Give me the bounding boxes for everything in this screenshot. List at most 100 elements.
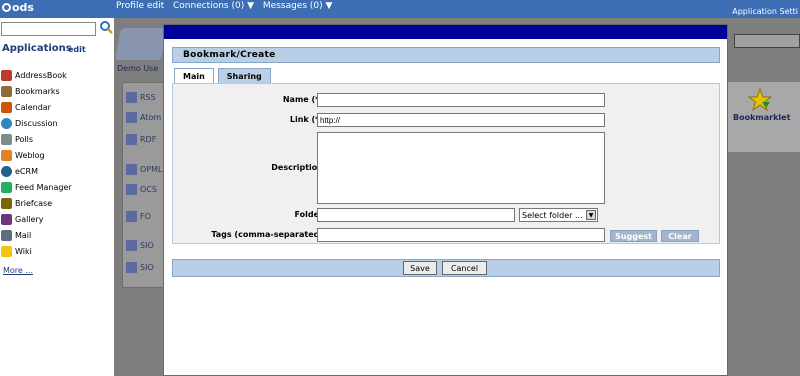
tab-main[interactable]: Main xyxy=(174,68,214,83)
name-label: Name (*) xyxy=(282,95,323,104)
bookmarks-icon xyxy=(1,85,12,97)
feed-link-rdf[interactable]: RDF xyxy=(126,134,156,145)
app-item-ecrm[interactable]: eCRM xyxy=(1,163,72,179)
polls-icon xyxy=(1,133,12,145)
app-item-calendar[interactable]: Calendar xyxy=(1,99,72,115)
nav-connections[interactable]: Connections (0) ▼ xyxy=(173,1,254,11)
app-label: eCRM xyxy=(15,166,38,176)
bookmark-create-dialog: Bookmark/Create Main Sharing Name (*) Li… xyxy=(163,24,728,376)
demo-user-label: Demo Use xyxy=(117,64,159,73)
app-label: AddressBook xyxy=(15,70,67,80)
wiki-icon xyxy=(1,245,12,257)
briefcase-icon xyxy=(1,197,12,209)
applications-edit-link[interactable]: edit xyxy=(68,45,86,54)
app-item-discussion[interactable]: Discussion xyxy=(1,115,72,131)
app-label: Gallery xyxy=(15,214,44,224)
app-label: Feed Manager xyxy=(15,182,72,192)
feed-label: RDF xyxy=(140,135,157,144)
link-field[interactable] xyxy=(317,113,605,127)
save-button[interactable]: Save xyxy=(403,261,437,275)
calendar-icon xyxy=(1,101,12,113)
search-icon[interactable] xyxy=(99,20,113,34)
feed-label: RSS xyxy=(140,93,156,102)
app-item-gallery[interactable]: Gallery xyxy=(1,211,72,227)
application-list: AddressBook Bookmarks Calendar Discussio… xyxy=(1,67,72,259)
applications-title: Applications xyxy=(2,43,72,54)
feed-label: Atom xyxy=(140,113,162,122)
chevron-down-icon: ▼ xyxy=(586,210,596,220)
feed-label: FO xyxy=(140,212,151,221)
feed-label: SIO xyxy=(140,241,154,250)
feed-link-sioc[interactable]: SIO xyxy=(126,240,154,251)
app-item-wiki[interactable]: Wiki xyxy=(1,243,72,259)
feed-manager-icon xyxy=(1,181,12,193)
gallery-icon xyxy=(1,213,12,225)
sioc-icon xyxy=(126,262,137,273)
background-search-input xyxy=(734,34,800,48)
addressbook-icon xyxy=(1,69,12,81)
discussion-icon xyxy=(1,117,12,129)
search-input[interactable] xyxy=(1,22,96,36)
mail-icon xyxy=(1,229,12,241)
app-label: Bookmarks xyxy=(15,86,60,96)
name-field[interactable] xyxy=(317,93,605,107)
bookmarks-logo-icon xyxy=(115,28,167,60)
app-item-mail[interactable]: Mail xyxy=(1,227,72,243)
folder-select[interactable]: Select folder ... ▼ xyxy=(519,208,598,222)
form-area: Name (*) Link (*) Description Folder Sel… xyxy=(172,83,720,244)
application-settings-link[interactable]: Application Setti xyxy=(732,7,798,16)
sidebar: Applications edit AddressBook Bookmarks … xyxy=(0,18,114,376)
tab-sharing[interactable]: Sharing xyxy=(217,68,271,83)
rss-icon xyxy=(126,92,137,103)
suggest-button[interactable]: Suggest xyxy=(610,230,657,242)
dialog-titlebar[interactable] xyxy=(164,25,727,39)
clear-button[interactable]: Clear xyxy=(661,230,699,242)
feed-link-ocs[interactable]: OCS xyxy=(126,184,157,195)
feed-link-rss[interactable]: RSS xyxy=(126,92,156,103)
app-item-weblog[interactable]: Weblog xyxy=(1,147,72,163)
app-item-feed-manager[interactable]: Feed Manager xyxy=(1,179,72,195)
ods-logo[interactable]: ods xyxy=(2,1,34,14)
foaf-icon xyxy=(126,211,137,222)
more-apps-link[interactable]: More ... xyxy=(3,266,33,275)
sioc-icon xyxy=(126,240,137,251)
description-field[interactable] xyxy=(317,132,605,204)
app-label: Discussion xyxy=(15,118,58,128)
feed-label: OPML xyxy=(140,165,163,174)
nav-profile-edit[interactable]: Profile edit xyxy=(116,1,164,11)
nav-messages[interactable]: Messages (0) ▼ xyxy=(263,1,333,11)
atom-icon xyxy=(126,112,137,123)
app-label: Weblog xyxy=(15,150,45,160)
feed-link-sioc-2[interactable]: SIO xyxy=(126,262,154,273)
logo-circle-icon xyxy=(2,3,11,12)
dialog-header: Bookmark/Create xyxy=(172,47,720,63)
dialog-title: Bookmark/Create xyxy=(183,50,276,60)
feed-link-atom[interactable]: Atom xyxy=(126,112,161,123)
ocs-icon xyxy=(126,184,137,195)
app-item-addressbook[interactable]: AddressBook xyxy=(1,67,72,83)
ecrm-icon xyxy=(1,165,12,177)
link-label: Link (*) xyxy=(289,115,323,124)
app-item-bookmarks[interactable]: Bookmarks xyxy=(1,83,72,99)
folder-field[interactable] xyxy=(317,208,515,222)
folder-select-value: Select folder ... xyxy=(522,210,583,220)
feed-label: OCS xyxy=(140,185,157,194)
tags-field[interactable] xyxy=(317,228,605,242)
bookmarklet-label[interactable]: Bookmarklet xyxy=(733,113,790,122)
star-icon[interactable] xyxy=(748,88,772,112)
logo-text: ods xyxy=(12,1,34,14)
app-label: Mail xyxy=(15,230,32,240)
feed-link-opml[interactable]: OPML xyxy=(126,164,162,175)
description-label: Description xyxy=(271,163,323,172)
feed-link-foaf[interactable]: FO xyxy=(126,211,151,222)
folder-label: Folder xyxy=(294,210,323,219)
app-item-polls[interactable]: Polls xyxy=(1,131,72,147)
app-label: Polls xyxy=(15,134,34,144)
app-label: Calendar xyxy=(15,102,51,112)
top-nav: Profile edit Connections (0) ▼ Messages … xyxy=(116,1,338,11)
opml-icon xyxy=(126,164,137,175)
dialog-tabs: Main Sharing xyxy=(174,68,275,83)
cancel-button[interactable]: Cancel xyxy=(442,261,487,275)
app-item-briefcase[interactable]: Briefcase xyxy=(1,195,72,211)
rdf-icon xyxy=(126,134,137,145)
